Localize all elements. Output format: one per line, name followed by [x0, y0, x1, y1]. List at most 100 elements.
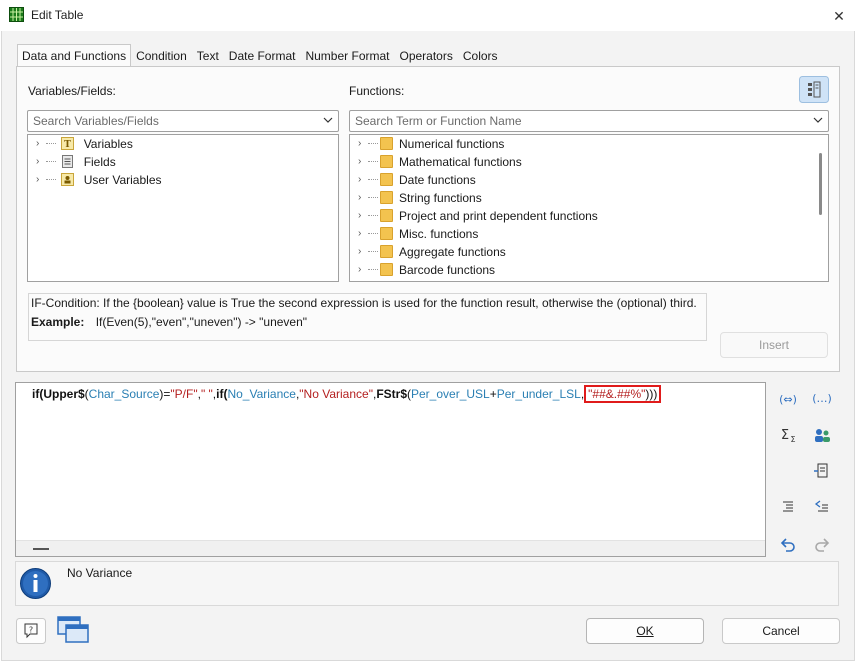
svg-text:T: T — [64, 140, 71, 150]
tree-node-label: Misc. functions — [399, 227, 479, 241]
outdent-icon[interactable] — [811, 496, 833, 518]
functions-scrollbar[interactable] — [819, 153, 822, 215]
folder-icon — [380, 137, 393, 150]
example-value: If(Even(5),"even","uneven") -> "uneven" — [95, 315, 308, 329]
tree-node-label: Date functions — [399, 173, 476, 187]
variables-search-placeholder: Search Variables/Fields — [33, 114, 159, 128]
tree-node-string-functions[interactable]: › String functions — [358, 189, 482, 207]
expand-icon[interactable]: › — [358, 153, 368, 171]
insert-field-icon[interactable] — [811, 460, 833, 482]
insert-bracket-icon[interactable]: (⇔) — [777, 388, 799, 410]
functions-search-input[interactable]: Search Term or Function Name — [349, 110, 829, 132]
indent-icon[interactable] — [777, 496, 799, 518]
expand-icon[interactable]: › — [358, 207, 368, 225]
insert-button[interactable]: Insert — [720, 332, 828, 358]
help-icon[interactable]: ? — [16, 618, 46, 644]
folder-icon — [380, 155, 393, 168]
expand-icon[interactable]: › — [358, 189, 368, 207]
chevron-down-icon[interactable] — [322, 114, 334, 126]
formula-text[interactable]: if(Upper$(Char_Source)="P/F"," ",if(No_V… — [32, 385, 662, 403]
folder-icon — [380, 245, 393, 258]
expand-icon[interactable]: › — [358, 225, 368, 243]
variables-tree[interactable]: › T Variables › Fields › User Variables — [27, 134, 339, 282]
ok-button[interactable]: OK — [586, 618, 704, 644]
cancel-button[interactable]: Cancel — [722, 618, 840, 644]
table-app-icon — [9, 7, 24, 22]
tree-node-date-functions[interactable]: › Date functions — [358, 171, 476, 189]
undo-icon[interactable] — [777, 534, 799, 556]
expand-icon[interactable]: › — [358, 135, 368, 153]
functions-search-placeholder: Search Term or Function Name — [355, 114, 522, 128]
tree-node-label: Mathematical functions — [399, 155, 522, 169]
svg-text:?: ? — [29, 626, 33, 635]
close-icon[interactable]: ✕ — [827, 4, 851, 28]
ok-button-label: OK — [636, 624, 654, 638]
expand-icon[interactable]: › — [358, 261, 368, 279]
tree-node-label: Numerical functions — [399, 137, 505, 151]
collapse-handle[interactable] — [33, 548, 49, 550]
svg-text:Σ: Σ — [781, 428, 789, 443]
tree-node-aggregate-functions[interactable]: › Aggregate functions — [358, 243, 506, 261]
title-bar — [0, 0, 856, 31]
tab-data-and-functions[interactable]: Data and Functions — [17, 44, 132, 67]
window-title: Edit Table — [31, 8, 84, 22]
tree-node-fields[interactable]: › Fields — [36, 153, 116, 171]
tree-node-label: Project and print dependent functions — [399, 209, 598, 223]
variables-search-input[interactable]: Search Variables/Fields — [27, 110, 339, 132]
tree-node-numerical-functions[interactable]: › Numerical functions — [358, 135, 504, 153]
tab-operators[interactable]: Operators — [395, 44, 458, 66]
svg-text:(…): (…) — [812, 392, 832, 405]
svg-text:(⇔): (⇔) — [779, 393, 797, 406]
users-icon[interactable] — [811, 424, 833, 446]
tree-node-barcode-functions[interactable]: › Barcode functions — [358, 261, 495, 279]
info-icon — [20, 568, 51, 599]
tree-node-label: User Variables — [83, 173, 162, 187]
window-toggle-icon[interactable] — [56, 615, 90, 645]
expand-icon[interactable]: › — [358, 243, 368, 261]
user-variables-icon — [61, 173, 75, 186]
result-preview-panel — [15, 561, 839, 606]
tab-text[interactable]: Text — [192, 44, 224, 66]
expand-icon[interactable]: › — [36, 153, 46, 171]
formula-editor[interactable]: if(Upper$(Char_Source)="P/F"," ",if(No_V… — [15, 382, 766, 557]
tab-number-format[interactable]: Number Format — [300, 44, 394, 66]
sum-icon[interactable]: Σ Σ — [777, 424, 799, 446]
tree-node-label: Barcode functions — [399, 263, 496, 277]
tree-node-misc-functions[interactable]: › Misc. functions — [358, 225, 478, 243]
variables-label: Variables/Fields: — [28, 84, 116, 98]
folder-icon — [380, 227, 393, 240]
function-description: IF-Condition: If the {boolean} value is … — [28, 293, 707, 341]
tab-date-format[interactable]: Date Format — [224, 44, 301, 66]
redo-icon[interactable] — [811, 534, 833, 556]
tree-node-variables[interactable]: › T Variables — [36, 135, 133, 153]
insert-button-label: Insert — [758, 338, 789, 352]
chevron-down-icon[interactable] — [812, 114, 824, 126]
fields-icon — [62, 155, 74, 168]
example-label: Example: — [31, 315, 85, 329]
tree-node-label: Aggregate functions — [399, 245, 506, 259]
insert-string-icon[interactable]: (…) — [811, 388, 833, 410]
expand-icon[interactable]: › — [36, 171, 46, 189]
tree-node-label: String functions — [399, 191, 482, 205]
folder-icon — [380, 209, 393, 222]
editor-status-strip — [16, 540, 765, 556]
function-view-toggle-icon[interactable] — [799, 76, 829, 103]
tree-node-user-variables[interactable]: › User Variables — [36, 171, 162, 189]
result-text: No Variance — [67, 566, 133, 580]
functions-label: Functions: — [349, 84, 405, 98]
folder-icon — [380, 173, 393, 186]
cancel-button-label: Cancel — [762, 624, 800, 638]
tree-node-label: Fields — [83, 155, 116, 169]
tab-condition[interactable]: Condition — [131, 44, 192, 66]
tree-node-mathematical-functions[interactable]: › Mathematical functions — [358, 153, 522, 171]
expand-icon[interactable]: › — [358, 171, 368, 189]
highlighted-format-string: "##&.##%"))) — [584, 385, 662, 403]
expand-icon[interactable]: › — [36, 135, 46, 153]
text-variable-icon: T — [61, 137, 75, 150]
tree-node-project-print-functions[interactable]: › Project and print dependent functions — [358, 207, 598, 225]
folder-icon — [380, 191, 393, 204]
tab-colors[interactable]: Colors — [458, 44, 503, 66]
functions-tree[interactable]: › Numerical functions › Mathematical funct… — [349, 134, 829, 282]
description-text: IF-Condition: If the {boolean} value is … — [31, 296, 697, 310]
tree-node-label: Variables — [83, 137, 133, 151]
